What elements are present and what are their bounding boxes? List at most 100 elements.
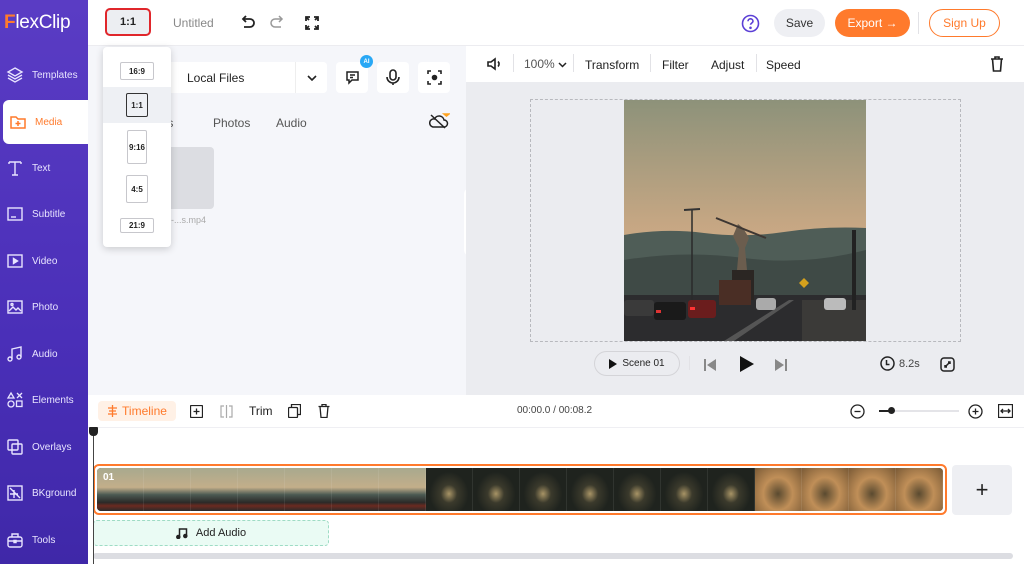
clip-frames bbox=[97, 468, 943, 511]
sidebar-item-media[interactable]: Media bbox=[3, 100, 88, 144]
timeline-zoom-slider[interactable] bbox=[879, 407, 959, 414]
expand-preview-icon[interactable] bbox=[940, 357, 955, 377]
timeline-ruler[interactable] bbox=[88, 427, 1024, 428]
clip-frame-thumbnail bbox=[708, 468, 755, 511]
sidebar-item-photo[interactable]: Photo bbox=[0, 287, 88, 327]
sidebar-item-overlays[interactable]: Overlays bbox=[0, 427, 88, 467]
video-track-clip[interactable]: 01 bbox=[93, 464, 947, 515]
tab-timeline[interactable]: Timeline bbox=[98, 401, 176, 421]
screen-record-icon bbox=[426, 70, 442, 85]
sidebar-item-label: Tools bbox=[32, 534, 56, 546]
zoom-slider-handle[interactable] bbox=[888, 407, 895, 414]
clip-frame-thumbnail bbox=[567, 468, 614, 511]
timeline-panel: Timeline Trim 00:00.0 / 00:08.2 01 + Add… bbox=[88, 395, 1024, 564]
duplicate-icon[interactable] bbox=[286, 403, 302, 419]
playhead-line bbox=[93, 427, 94, 564]
help-icon[interactable] bbox=[740, 13, 760, 33]
timeline-scrollbar[interactable] bbox=[93, 553, 1013, 559]
folder-plus-icon bbox=[9, 113, 27, 131]
toolbox-icon bbox=[6, 531, 24, 549]
chevron-down-icon[interactable] bbox=[295, 62, 327, 93]
ratio-option-4-5[interactable]: 4:5 bbox=[103, 175, 171, 203]
ratio-option-21-9[interactable]: 21:9 bbox=[103, 215, 171, 235]
tab-photos[interactable]: Photos bbox=[213, 116, 250, 130]
clip-frame-thumbnail bbox=[755, 468, 802, 511]
sidebar-item-tools[interactable]: Tools bbox=[0, 520, 88, 560]
sidebar-item-subtitle[interactable]: Subtitle bbox=[0, 194, 88, 234]
play-icon[interactable] bbox=[740, 356, 754, 377]
split-icon[interactable] bbox=[218, 403, 234, 419]
sidebar-item-label: Elements bbox=[32, 394, 74, 406]
cloud-off-icon[interactable] bbox=[428, 112, 452, 135]
adjust-button[interactable]: Adjust bbox=[711, 58, 744, 72]
fullscreen-icon[interactable] bbox=[302, 13, 322, 33]
clip-frame-thumbnail bbox=[332, 468, 379, 511]
layers-icon bbox=[6, 66, 24, 84]
screen-record-button[interactable] bbox=[418, 62, 450, 93]
flexclip-logo[interactable]: FlexClip bbox=[4, 12, 71, 34]
redo-icon[interactable] bbox=[267, 13, 287, 33]
ratio-option-9-16[interactable]: 9:16 bbox=[103, 129, 171, 165]
sidebar-item-bkground[interactable]: BKground bbox=[0, 473, 88, 513]
clip-frame-thumbnail bbox=[520, 468, 567, 511]
clip-frame-thumbnail bbox=[614, 468, 661, 511]
clip-frame-thumbnail bbox=[896, 468, 943, 511]
speed-button[interactable]: Speed bbox=[766, 58, 801, 72]
save-button[interactable]: Save bbox=[774, 9, 825, 37]
media-thumbnail[interactable] bbox=[166, 147, 214, 209]
transform-button[interactable]: Transform bbox=[585, 58, 639, 72]
volume-icon[interactable] bbox=[486, 57, 502, 76]
duration-display[interactable]: 8.2s bbox=[880, 356, 920, 371]
filter-button[interactable]: Filter bbox=[662, 58, 689, 72]
sidebar-item-label: Templates bbox=[32, 69, 78, 81]
delete-icon[interactable] bbox=[316, 403, 332, 419]
clip-frame-thumbnail bbox=[285, 468, 332, 511]
delete-icon[interactable] bbox=[990, 56, 1004, 77]
add-clip-icon[interactable] bbox=[188, 403, 204, 419]
sidebar-item-label: BKground bbox=[32, 487, 77, 499]
clock-icon bbox=[880, 356, 895, 371]
video-preview[interactable] bbox=[624, 100, 866, 341]
playhead-handle[interactable] bbox=[89, 427, 98, 436]
sidebar-item-video[interactable]: Video bbox=[0, 241, 88, 281]
clip-frame-thumbnail bbox=[426, 468, 473, 511]
sidebar-item-label: Text bbox=[32, 162, 51, 174]
sidebar-item-text[interactable]: Text bbox=[0, 148, 88, 188]
sidebar-item-templates[interactable]: Templates bbox=[0, 55, 88, 95]
next-icon[interactable] bbox=[775, 358, 787, 376]
tab-audio[interactable]: Audio bbox=[276, 116, 307, 130]
zoom-in-icon[interactable] bbox=[967, 403, 983, 419]
zoom-select[interactable]: 100% bbox=[524, 57, 567, 71]
chat-icon bbox=[345, 71, 359, 85]
timecode: 00:00.0 / 00:08.2 bbox=[517, 405, 593, 416]
sign-up-button[interactable]: Sign Up bbox=[929, 9, 1000, 37]
fit-timeline-icon[interactable] bbox=[997, 403, 1013, 419]
project-title[interactable]: Untitled bbox=[173, 16, 214, 30]
trim-button[interactable]: Trim bbox=[249, 404, 273, 418]
aspect-ratio-menu: 16:9 1:1 9:16 4:5 21:9 bbox=[103, 47, 171, 247]
sidebar-item-audio[interactable]: Audio bbox=[0, 334, 88, 374]
record-audio-button[interactable] bbox=[377, 62, 409, 93]
source-select-value: Local Files bbox=[187, 70, 245, 85]
play-icon bbox=[609, 358, 618, 369]
undo-icon[interactable] bbox=[238, 13, 258, 33]
add-audio-button[interactable]: Add Audio bbox=[93, 520, 329, 546]
export-button[interactable]: Export → bbox=[835, 9, 910, 37]
sidebar-item-elements[interactable]: Elements bbox=[0, 380, 88, 420]
previous-icon[interactable] bbox=[704, 358, 716, 376]
aspect-ratio-button[interactable]: 1:1 bbox=[105, 8, 151, 36]
sidebar-item-label: Video bbox=[32, 255, 58, 267]
ratio-option-16-9[interactable]: 16:9 bbox=[103, 60, 171, 82]
ratio-option-1-1[interactable]: 1:1 bbox=[103, 87, 171, 123]
clip-frame-thumbnail bbox=[661, 468, 708, 511]
zoom-out-icon[interactable] bbox=[849, 403, 865, 419]
timeline-icon bbox=[108, 405, 118, 417]
background-icon bbox=[6, 484, 24, 502]
ai-subtitle-button[interactable]: AI bbox=[336, 55, 373, 93]
scene-selector-button[interactable]: Scene 01 bbox=[594, 351, 680, 376]
add-scene-button[interactable]: + bbox=[952, 465, 1012, 515]
top-bar: 1:1 Untitled Save Export → Sign Up bbox=[88, 0, 1024, 46]
photo-icon bbox=[6, 298, 24, 316]
sidebar-item-label: Subtitle bbox=[32, 208, 66, 220]
chevron-down-icon bbox=[558, 62, 567, 68]
